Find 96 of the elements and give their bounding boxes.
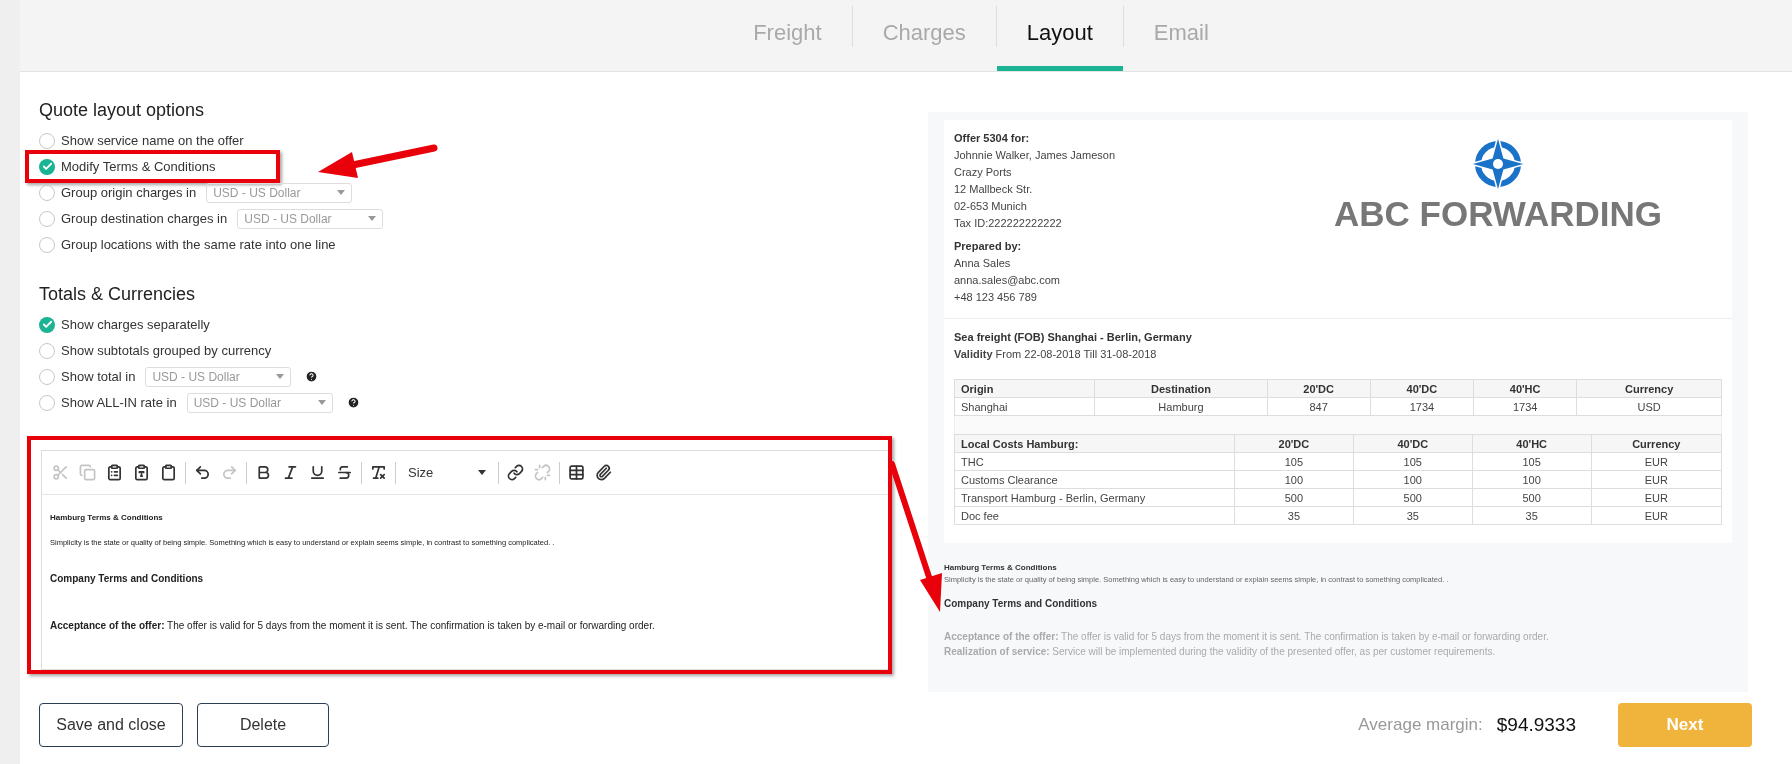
table-cell: 105 — [1472, 452, 1592, 471]
column-header: 40'DC — [1353, 434, 1473, 453]
radio-circle[interactable] — [39, 342, 55, 359]
table-icon[interactable] — [566, 462, 587, 483]
column-header: Currency — [1591, 434, 1722, 453]
contact-line: Anna Sales — [954, 256, 1012, 271]
save-close-button[interactable]: Save and close — [39, 703, 183, 747]
table-cell: 100 — [1234, 470, 1354, 489]
column-header: Destination — [1094, 379, 1267, 398]
address-line: 02-653 Munich — [954, 199, 1028, 214]
help-icon[interactable] — [305, 370, 319, 383]
radio-circle[interactable] — [39, 394, 55, 411]
table-cell: THC — [954, 452, 1235, 471]
table-cell: 500 — [1353, 488, 1473, 507]
table-cell: Shanghai — [954, 397, 1095, 416]
table-cell: 35 — [1353, 506, 1473, 525]
table-cell: 100 — [1472, 470, 1592, 489]
terms-text: Hamburg Terms & Conditions — [944, 563, 1058, 572]
section-title: Totals & Currencies — [39, 284, 197, 305]
table-cell: 847 — [1267, 397, 1371, 416]
column-header: 40'HC — [1473, 379, 1577, 398]
radio-circle[interactable] — [39, 368, 55, 385]
paperclip-icon[interactable] — [593, 462, 614, 483]
currency-select[interactable]: USD - US Dollar — [145, 366, 292, 387]
option-label: Show ALL-IN rate in — [61, 395, 177, 410]
table-cell: Customs Clearance — [954, 470, 1235, 489]
contact-line: +48 123 456 789 — [954, 290, 1038, 305]
table-cell: Hamburg — [1094, 397, 1267, 416]
table-cell: USD — [1576, 397, 1722, 416]
table-cell: 105 — [1234, 452, 1354, 471]
checked-circle[interactable] — [39, 158, 55, 175]
validity-text: Validity From 22-08-2018 Till 31-08-2018 — [954, 347, 1158, 362]
link-icon[interactable] — [505, 462, 526, 483]
table-cell: 1734 — [1473, 397, 1577, 416]
terms-text: Acceptance of the offer: The offer is valid for 5 days from the moment it is sent. The confirmation is taken by e-mail or forwarding order. — [944, 630, 1550, 644]
size-select[interactable]: Size — [402, 465, 492, 480]
logo-text: ABC FORWARDING — [1334, 194, 1662, 234]
address-line: 12 Mallbeck Str. — [954, 182, 1034, 197]
option-label: Group locations with the same rate into one line — [61, 237, 336, 252]
checked-circle[interactable] — [39, 316, 55, 333]
table-cell: 500 — [1472, 488, 1592, 507]
editor-text: Hamburg Terms & Conditions — [50, 513, 164, 522]
terms-text: Company Terms and Conditions — [944, 598, 1099, 609]
column-header: 20'DC — [1234, 434, 1354, 453]
option-label: Show subtotals grouped by currency — [61, 343, 272, 358]
editor-text: Company Terms and Conditions — [50, 573, 205, 584]
table-cell: 1734 — [1370, 397, 1474, 416]
next-button[interactable]: Next — [1618, 703, 1752, 747]
option-label: Show service name on the offer — [61, 133, 244, 148]
column-header: 20'DC — [1267, 379, 1371, 398]
table-cell: 500 — [1234, 488, 1354, 507]
option-label: Show total in — [61, 369, 136, 384]
table-cell: Transport Hamburg - Berlin, Germany — [954, 488, 1235, 507]
column-header: Origin — [954, 379, 1095, 398]
option-label: Group origin charges in — [61, 185, 197, 200]
tab[interactable]: Layout — [996, 0, 1123, 71]
editor-text: Acceptance of the offer: The offer is valid for 5 days from the moment it is sent. The confirmation is taken by e-mail or forwarding order. — [50, 620, 656, 631]
address-line: Tax ID:222222222222 — [954, 216, 1063, 231]
table-cell: 100 — [1353, 470, 1473, 489]
radio-circle[interactable] — [39, 236, 55, 253]
address-line: Crazy Ports — [954, 165, 1013, 180]
margin-value: $94.9333 — [1496, 714, 1576, 736]
tab[interactable]: Charges — [852, 0, 996, 71]
column-header: 40'DC — [1370, 379, 1474, 398]
tab[interactable]: Freight — [723, 0, 852, 71]
contact-line: anna.sales@abc.com — [954, 273, 1061, 288]
section-title: Quote layout options — [39, 100, 206, 121]
terms-text: Realization of service: Service will be implemented during the validity of the presented offer, as per customer requirements. — [944, 645, 1497, 659]
table-cell: Doc fee — [954, 506, 1235, 525]
table-cell: 105 — [1353, 452, 1473, 471]
column-header: Currency — [1576, 379, 1722, 398]
radio-circle[interactable] — [39, 184, 55, 201]
address-line: Johnnie Walker, James Jameson — [954, 148, 1116, 163]
table-cell: EUR — [1591, 470, 1722, 489]
currency-select[interactable]: USD - US Dollar — [206, 182, 353, 203]
delete-button[interactable]: Delete — [197, 703, 329, 747]
currency-select[interactable]: USD - US Dollar — [186, 392, 333, 413]
table-cell: EUR — [1591, 506, 1722, 525]
offer-label: Offer 5304 for: — [954, 131, 1031, 146]
prepared-label: Prepared by: — [954, 239, 1023, 254]
table-cell: EUR — [1591, 452, 1722, 471]
route-title: Sea freight (FOB) Shanghai - Berlin, Germany — [954, 330, 1193, 345]
help-icon[interactable] — [346, 396, 360, 409]
column-header: 40'HC — [1472, 434, 1592, 453]
option-label: Group destination charges in — [61, 211, 228, 226]
radio-circle[interactable] — [39, 132, 55, 149]
table-cell: EUR — [1591, 488, 1722, 507]
column-header: Local Costs Hamburg: — [954, 434, 1235, 453]
option-label: Show charges separatelly — [61, 317, 210, 332]
currency-select[interactable]: USD - US Dollar — [237, 208, 384, 229]
table-cell: 35 — [1234, 506, 1354, 525]
radio-circle[interactable] — [39, 210, 55, 227]
margin-label: Average margin: — [1358, 715, 1483, 735]
table-cell: 35 — [1472, 506, 1592, 525]
option-label: Modify Terms & Conditions — [61, 159, 216, 174]
tab[interactable]: Email — [1123, 0, 1239, 71]
